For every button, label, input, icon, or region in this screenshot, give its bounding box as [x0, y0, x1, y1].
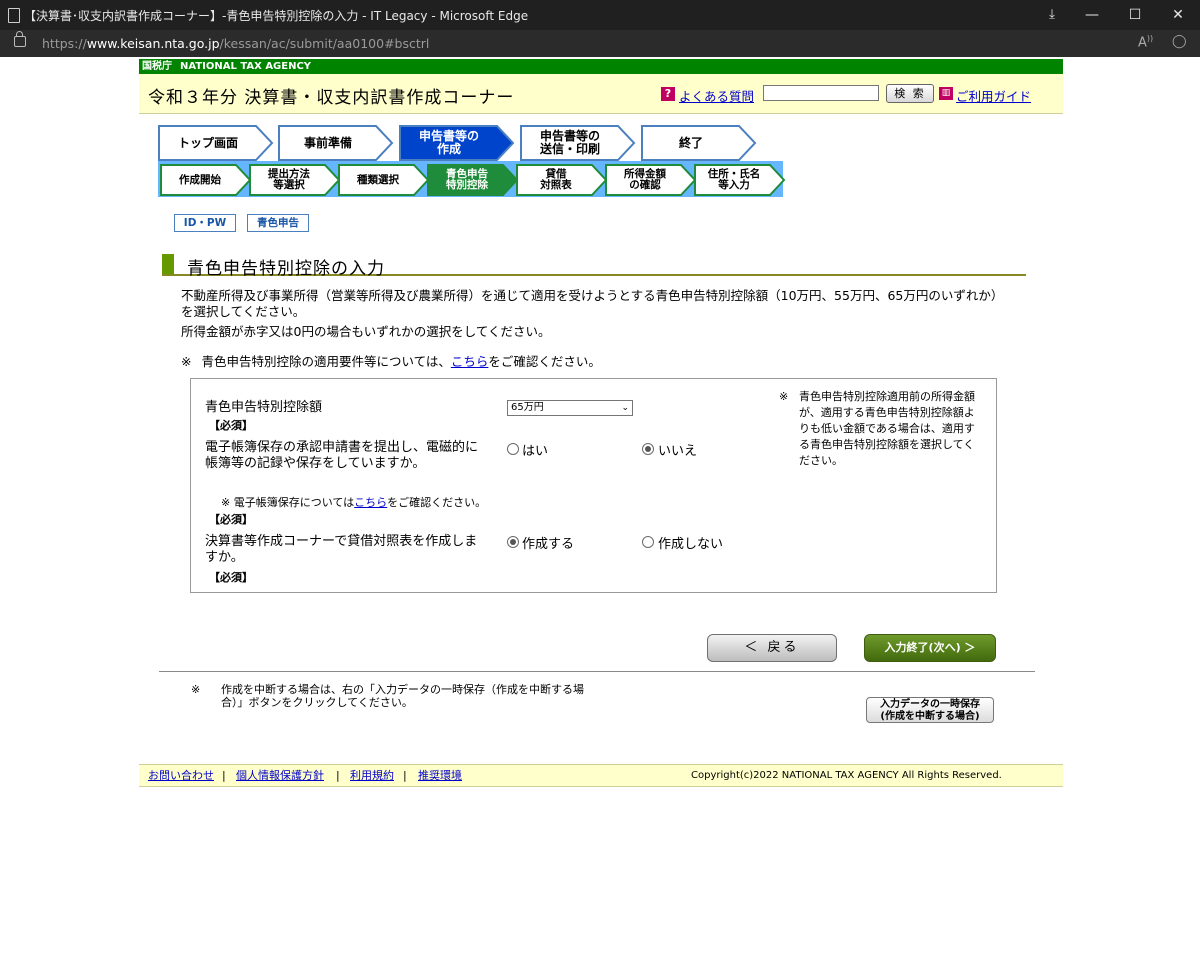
footer-link-terms[interactable]: 利用規約: [350, 765, 394, 786]
back-button[interactable]: ＜ 戻る: [707, 634, 837, 662]
balance-sheet-yes-label[interactable]: 作成する: [522, 533, 574, 552]
address-bar[interactable]: https://www.keisan.nta.go.jp/kessan/ac/s…: [0, 30, 1200, 57]
maximize-button[interactable]: ☐: [1113, 0, 1157, 30]
search-input[interactable]: [763, 85, 879, 101]
page-title: 青色申告特別控除の入力: [187, 259, 385, 279]
form-box: 青色申告特別控除額 【必須】 65万円 ⌄ 電子帳簿保存の承認申請書を提出し、電…: [190, 378, 997, 593]
url-text[interactable]: https://www.keisan.nta.go.jp/kessan/ac/s…: [42, 36, 429, 51]
deduction-amount-label: 青色申告特別控除額: [205, 400, 323, 415]
footer-link-contact[interactable]: お問い合わせ: [148, 765, 214, 786]
description: 不動産所得及び事業所得（営業等所得及び農業所得）を通じて適用を受けようとする青色…: [181, 288, 998, 319]
section-title: 青色申告特別控除の入力: [162, 254, 1026, 279]
read-aloud-icon[interactable]: A)): [1138, 34, 1153, 50]
lock-icon[interactable]: [14, 31, 26, 47]
e-ledger-no-radio[interactable]: [642, 443, 654, 455]
required-badge-3: 【必須】: [209, 571, 253, 584]
tag-blue-return: 青色申告: [247, 214, 309, 232]
e-ledger-yes-radio[interactable]: [507, 443, 519, 455]
e-ledger-link[interactable]: こちら: [354, 496, 387, 509]
page-content: 国税庁 NATIONAL TAX AGENCY 令和３年分 決算書・収支内訳書作成…: [139, 57, 1063, 787]
next-button[interactable]: 入力終了(次へ) ＞: [864, 634, 996, 662]
question-icon: ?: [661, 87, 675, 101]
minimize-button[interactable]: —: [1070, 0, 1114, 30]
tag-id-pw: ID・PW: [174, 214, 236, 232]
e-ledger-question: 電子帳簿保存の承認申請書を提出し、電磁的に帳簿等の記録や保存をしていますか。: [205, 440, 479, 471]
side-note: ※ 青色申告特別控除適用前の所得金額が、適用する青色申告特別控除額よりも低い金額…: [779, 390, 975, 467]
agency-bar: 国税庁 NATIONAL TAX AGENCY: [139, 59, 1063, 74]
site-footer: お問い合わせ | 個人情報保護方針 | 利用規約 | 推奨環境 Copyrigh…: [139, 764, 1063, 787]
required-badge-2: 【必須】: [209, 513, 253, 526]
page-icon: [8, 8, 20, 23]
required-badge-1: 【必須】: [209, 419, 253, 432]
footer-link-environment[interactable]: 推奨環境: [418, 765, 462, 786]
close-button[interactable]: ✕: [1156, 0, 1200, 30]
guide-book-icon: ▥: [939, 87, 953, 100]
site-header: 令和３年分 決算書・収支内訳書作成コーナー ? よくある質問 検 索 ▥ ご利用…: [139, 74, 1063, 114]
e-ledger-no-label[interactable]: いいえ: [658, 440, 697, 459]
copyright: Copyright(c)2022 NATIONAL TAX AGENCY All…: [691, 770, 1002, 781]
balance-sheet-no-label[interactable]: 作成しない: [658, 533, 723, 552]
downloads-icon[interactable]: ⤓: [1030, 0, 1074, 30]
requirements-note: ※ 青色申告特別控除の適用要件等については、こちらをご確認ください。: [181, 354, 601, 369]
faq-link[interactable]: よくある質問: [679, 86, 754, 105]
chevron-down-icon: ⌄: [621, 403, 629, 413]
balance-sheet-no-radio[interactable]: [642, 536, 654, 548]
e-ledger-yes-label[interactable]: はい: [522, 440, 548, 459]
divider: [159, 671, 1035, 672]
section-title-marker: [162, 254, 174, 274]
balance-sheet-yes-radio[interactable]: [507, 536, 519, 548]
suspend-note: ※ 作成を中断する場合は、右の「入力データの一時保存（作成を中断する場合）」ボタ…: [191, 683, 584, 709]
sub-steps: 作成開始 提出方法 等選択 種類選択 青色申告 特別控除 貸借 対照表 所得金額…: [158, 161, 786, 197]
agency-name-en: NATIONAL TAX AGENCY: [180, 61, 312, 72]
e-ledger-subnote: ※ 電子帳簿保存についてはこちらをご確認ください。: [221, 496, 487, 509]
browser-window: 【決算書･収支内訳書作成コーナー】-青色申告特別控除の入力 - IT Legac…: [0, 0, 1200, 959]
web-viewport: 国税庁 NATIONAL TAX AGENCY 令和３年分 決算書・収支内訳書作成…: [0, 57, 1200, 959]
balance-sheet-question: 決算書等作成コーナーで貸借対照表を作成しますか。: [205, 534, 478, 565]
title-bar: 【決算書･収支内訳書作成コーナー】-青色申告特別控除の入力 - IT Legac…: [0, 0, 1200, 30]
temp-save-button[interactable]: 入力データの一時保存 (作成を中断する場合): [866, 697, 994, 723]
main-steps: トップ画面 事前準備 申告書等の 作成 申告書等の 送信・印刷 終了: [158, 125, 778, 161]
footer-link-privacy[interactable]: 個人情報保護方針: [236, 765, 324, 786]
agency-name-ja: 国税庁: [142, 61, 172, 72]
corner-title: 令和３年分 決算書・収支内訳書作成コーナー: [148, 88, 515, 108]
deduction-amount-select[interactable]: 65万円 ⌄: [507, 400, 633, 416]
requirements-link[interactable]: こちら: [451, 354, 489, 369]
window-title: 【決算書･収支内訳書作成コーナー】-青色申告特別控除の入力 - IT Legac…: [24, 9, 529, 23]
description-2: 所得金額が赤字又は0円の場合もいずれかの選択をしてください。: [181, 324, 551, 339]
profile-icon[interactable]: ◯: [1172, 34, 1187, 49]
guide-link[interactable]: ご利用ガイド: [956, 86, 1031, 105]
search-button[interactable]: 検 索: [886, 84, 934, 103]
